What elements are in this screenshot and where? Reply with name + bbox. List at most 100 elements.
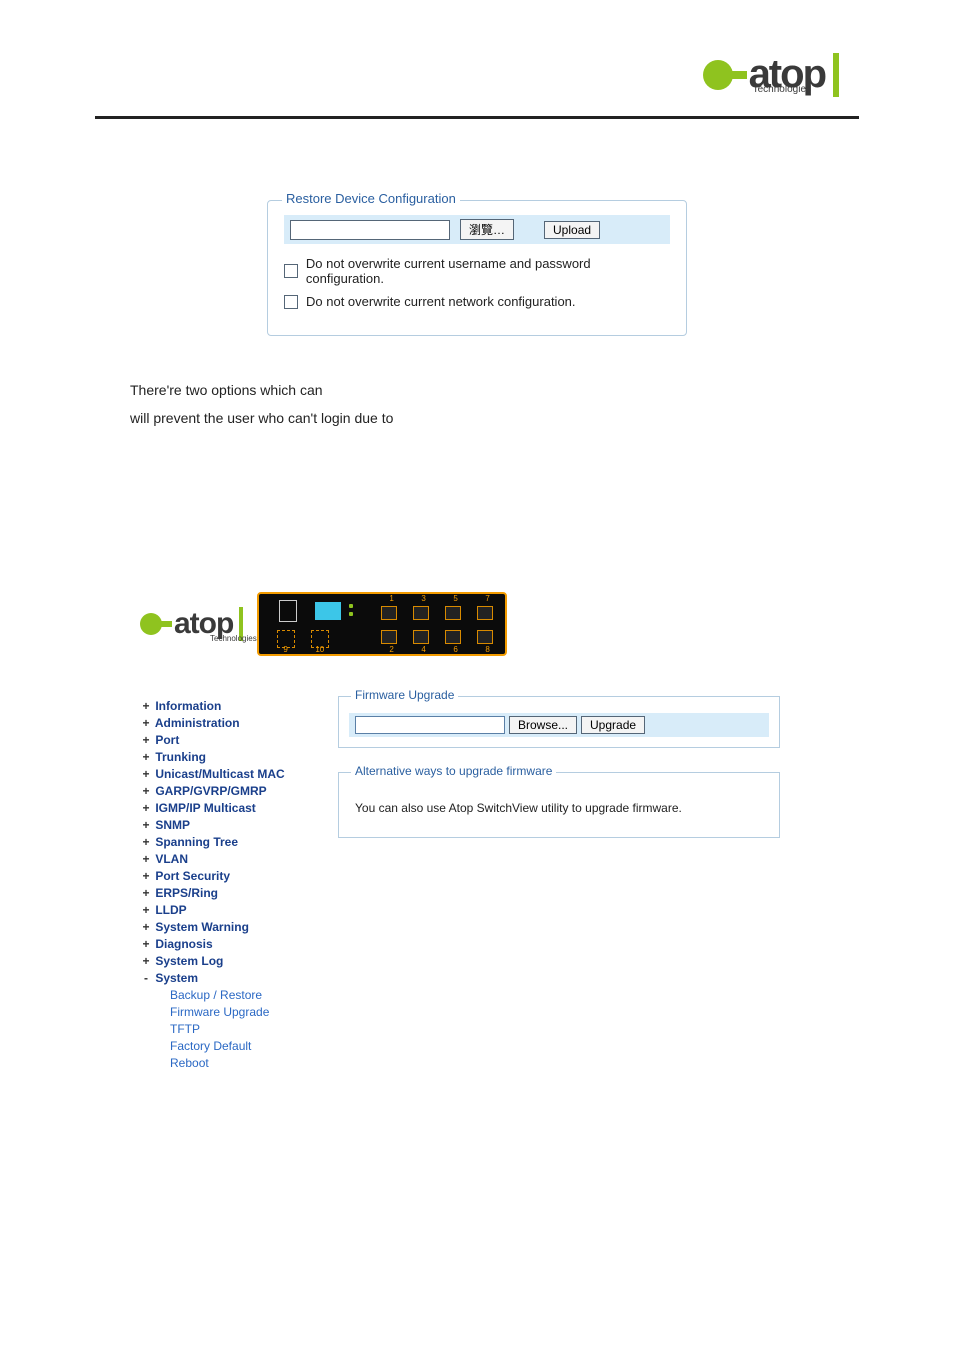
checkbox-userpass-label: Do not overwrite current username and pa…	[306, 256, 670, 286]
sidebar-item[interactable]: + VLAN	[140, 852, 310, 866]
alternative-upgrade-panel: Alternative ways to upgrade firmware You…	[338, 772, 780, 838]
sidebar-item-label: Administration	[152, 716, 240, 730]
para-line-2: will prevent the user who can't login du…	[130, 404, 690, 432]
sidebar-item-label: Diagnosis	[152, 937, 213, 951]
firmware-row: Browse... Upgrade	[349, 713, 769, 737]
firmware-upgrade-figure: atop Technologies 1 3 5 7 9 1	[140, 592, 780, 1073]
header-rule	[95, 116, 859, 119]
ethernet-port-icon	[381, 606, 397, 620]
sidebar-item-label: System Warning	[152, 920, 249, 934]
sidebar-subitem[interactable]: Reboot	[170, 1056, 310, 1070]
sidebar-item[interactable]: + Spanning Tree	[140, 835, 310, 849]
figure-header: atop Technologies 1 3 5 7 9 1	[140, 592, 780, 656]
logo-tagline: Technologies	[753, 84, 811, 95]
port-number: 6	[453, 645, 457, 654]
sidebar-item-label: System Log	[152, 954, 223, 968]
sidebar-item[interactable]: + Unicast/Multicast MAC	[140, 767, 310, 781]
firmware-upgrade-panel: Firmware Upgrade Browse... Upgrade	[338, 696, 780, 748]
browse-button[interactable]: Browse...	[509, 716, 577, 734]
port-number: 4	[421, 645, 425, 654]
checkbox-network[interactable]	[284, 295, 298, 309]
ethernet-port-icon	[477, 630, 493, 644]
sidebar-item[interactable]: + ERPS/Ring	[140, 886, 310, 900]
plus-icon: +	[140, 716, 152, 730]
plus-icon: +	[140, 733, 152, 747]
plus-icon: +	[140, 767, 152, 781]
brand-logo-small: atop Technologies	[140, 607, 243, 641]
alt-text: You can also use Atop SwitchView utility…	[349, 789, 769, 827]
sidebar-item[interactable]: + System Warning	[140, 920, 310, 934]
ethernet-port-icon	[413, 606, 429, 620]
sidebar-item[interactable]: - System	[140, 971, 310, 985]
firmware-legend: Firmware Upgrade	[351, 688, 458, 702]
switch-diagram: 1 3 5 7 9 10 2 4 6 8	[257, 592, 507, 656]
plus-icon: +	[140, 954, 152, 968]
ethernet-port-icon	[445, 630, 461, 644]
sidebar-item[interactable]: + Port	[140, 733, 310, 747]
logo-tagline: Technologies	[210, 634, 257, 643]
upload-button[interactable]: Upload	[544, 221, 600, 239]
port-number: 9	[283, 645, 287, 654]
sidebar-item[interactable]: + Port Security	[140, 869, 310, 883]
browse-button[interactable]: 瀏覽…	[460, 219, 514, 240]
port-number: 7	[485, 594, 489, 603]
sidebar-subitem[interactable]: Backup / Restore	[170, 988, 310, 1002]
plus-icon: +	[140, 750, 152, 764]
plus-icon: +	[140, 835, 152, 849]
sidebar-item[interactable]: + Administration	[140, 716, 310, 730]
file-path-input[interactable]	[290, 220, 450, 240]
ethernet-port-icon	[477, 606, 493, 620]
sidebar-item[interactable]: + Trunking	[140, 750, 310, 764]
ethernet-port-icon	[381, 630, 397, 644]
ethernet-port-icon	[445, 606, 461, 620]
plus-icon: +	[140, 869, 152, 883]
checkbox-network-label: Do not overwrite current network configu…	[306, 294, 576, 309]
restore-legend: Restore Device Configuration	[282, 191, 460, 206]
sidebar-item[interactable]: + Information	[140, 699, 310, 713]
port-number: 10	[315, 645, 324, 654]
upgrade-button[interactable]: Upgrade	[581, 716, 645, 734]
sidebar-item[interactable]: + GARP/GVRP/GMRP	[140, 784, 310, 798]
sidebar-item-label: GARP/GVRP/GMRP	[152, 784, 267, 798]
para-line-1: There're two options which can	[130, 376, 690, 404]
overwrite-userpass-row: Do not overwrite current username and pa…	[284, 256, 670, 286]
firmware-file-input[interactable]	[355, 716, 505, 734]
sidebar-item-label: SNMP	[152, 818, 190, 832]
logo-bar-icon	[833, 53, 839, 97]
port-number: 3	[421, 594, 425, 603]
sidebar-item-label: Information	[152, 699, 221, 713]
port-number: 8	[485, 645, 489, 654]
sidebar-item-label: ERPS/Ring	[152, 886, 218, 900]
plus-icon: +	[140, 784, 152, 798]
port-number: 2	[389, 645, 393, 654]
upload-row: 瀏覽… Upload	[284, 215, 670, 244]
sidebar-item[interactable]: + System Log	[140, 954, 310, 968]
sidebar-item[interactable]: + IGMP/IP Multicast	[140, 801, 310, 815]
sidebar-subitem[interactable]: Factory Default	[170, 1039, 310, 1053]
minus-icon: -	[140, 971, 152, 985]
body-paragraph: There're two options which can will prev…	[130, 376, 690, 432]
content-area: Firmware Upgrade Browse... Upgrade Alter…	[338, 696, 780, 1073]
plus-icon: +	[140, 920, 152, 934]
sidebar-item[interactable]: + LLDP	[140, 903, 310, 917]
port-number: 1	[389, 594, 393, 603]
restore-config-panel: Restore Device Configuration 瀏覽… Upload …	[267, 200, 687, 336]
sidebar-item-label: Port	[152, 733, 179, 747]
sidebar-item-label: Unicast/Multicast MAC	[152, 767, 285, 781]
sidebar-item[interactable]: + Diagnosis	[140, 937, 310, 951]
sidebar-item[interactable]: + SNMP	[140, 818, 310, 832]
logo-dot-icon	[140, 613, 162, 635]
plus-icon: +	[140, 886, 152, 900]
ethernet-port-icon	[413, 630, 429, 644]
sidebar-item-label: Port Security	[152, 869, 230, 883]
checkbox-userpass[interactable]	[284, 264, 298, 278]
plus-icon: +	[140, 818, 152, 832]
sidebar-subitem[interactable]: Firmware Upgrade	[170, 1005, 310, 1019]
plus-icon: +	[140, 937, 152, 951]
port-number: 5	[453, 594, 457, 603]
overwrite-network-row: Do not overwrite current network configu…	[284, 294, 670, 309]
plus-icon: +	[140, 801, 152, 815]
sidebar-subitem[interactable]: TFTP	[170, 1022, 310, 1036]
alt-legend: Alternative ways to upgrade firmware	[351, 764, 556, 778]
led-icon	[349, 612, 353, 616]
